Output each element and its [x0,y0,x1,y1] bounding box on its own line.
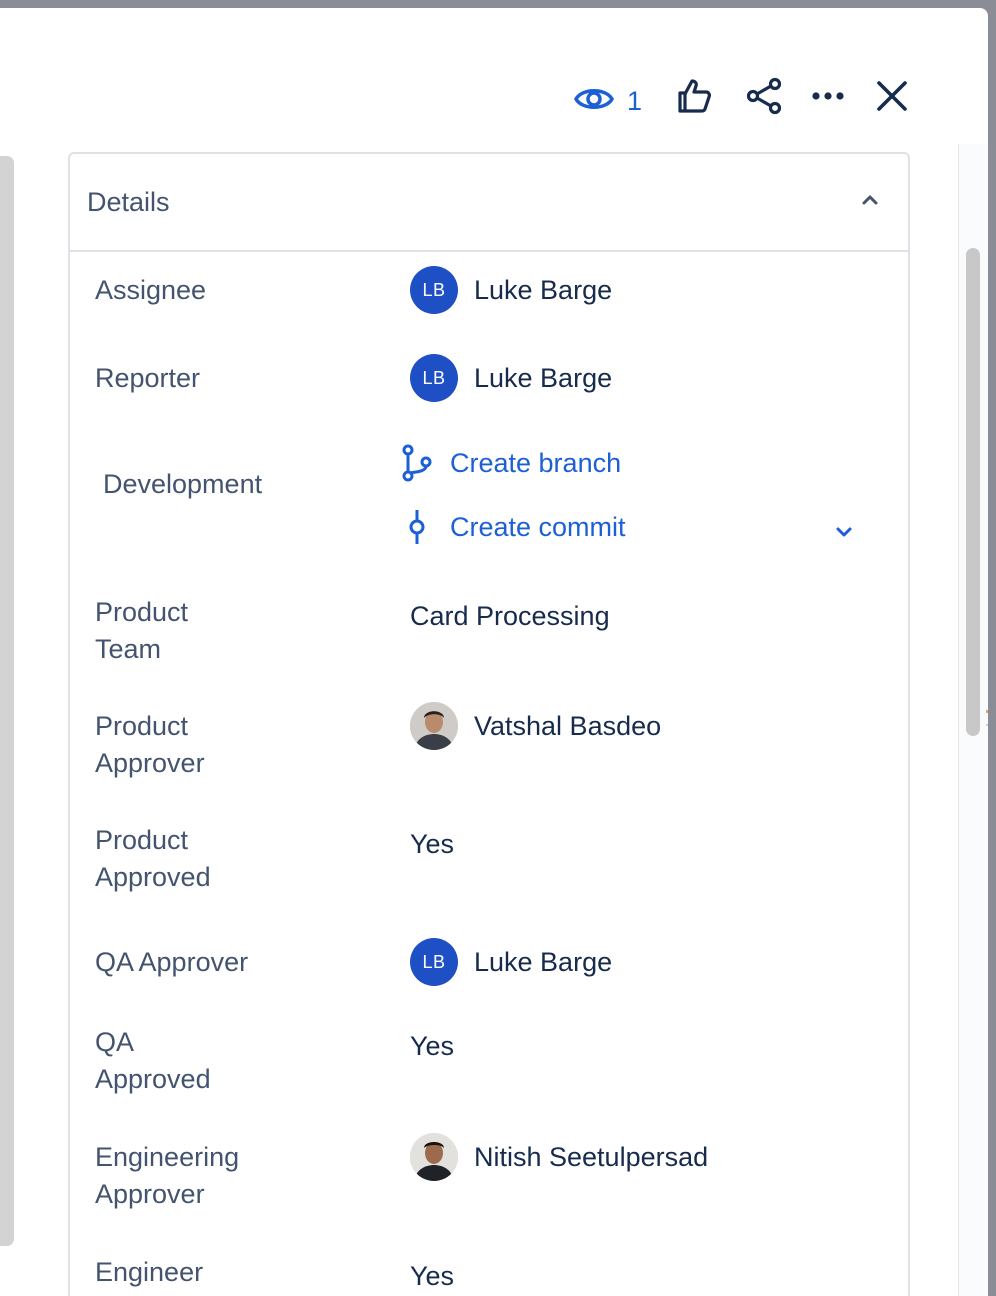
avatar: LB [410,354,458,402]
avatar [410,1133,458,1181]
field-label: Product Approved [95,825,211,892]
product-approver-value[interactable]: Vatshal Basdeo [410,702,661,750]
create-commit-label: Create commit [450,511,626,542]
product-team-value[interactable]: Card Processing [410,598,610,635]
more-icon [808,76,848,121]
field-label: Product Team [95,597,189,664]
qa-approved-value[interactable]: Yes [410,1028,454,1065]
details-panel: Details Assignee LB Luke Barge Reporter … [68,152,910,1296]
thumbs-up-icon [674,76,714,121]
right-scrollbar[interactable] [966,248,980,736]
share-icon [744,76,784,121]
details-header[interactable]: Details [70,154,908,252]
assignee-value[interactable]: LB Luke Barge [410,266,612,314]
assignee-name: Luke Barge [474,274,613,305]
left-scrollbar[interactable] [0,156,14,1246]
close-button[interactable] [870,76,914,120]
product-approved-value[interactable]: Yes [410,826,454,863]
engineering-approver-value[interactable]: Nitish Seetulpersad [410,1133,708,1181]
create-branch-label: Create branch [450,447,622,478]
reporter-value[interactable]: LB Luke Barge [410,354,612,402]
field-label: Development [103,469,263,499]
like-button[interactable] [672,76,716,120]
share-button[interactable] [742,76,786,120]
details-title: Details [87,186,170,217]
create-branch-link[interactable]: Create branch [400,444,621,482]
watch-button[interactable]: 1 [573,78,642,125]
create-commit-link[interactable]: Create commit [400,508,626,546]
qa-approver-value[interactable]: LB Luke Barge [410,938,612,986]
issue-modal: 1 Details Assignee LB Luke Barge Reporte… [0,8,988,1296]
field-label: QA Approved [95,1027,211,1094]
commit-icon [400,508,434,546]
engineer-approved-value[interactable]: Yes [410,1258,454,1295]
branch-icon [400,444,434,482]
chevron-up-icon[interactable] [860,190,880,215]
issue-actions-toolbar: 1 [560,68,920,126]
product-approver-name: Vatshal Basdeo [474,710,662,741]
field-label: Reporter [95,363,201,393]
avatar: LB [410,938,458,986]
close-icon [872,76,912,121]
reporter-name: Luke Barge [474,362,613,393]
more-actions-button[interactable] [806,76,850,120]
watch-count: 1 [627,86,643,116]
field-label: Product Approver [95,711,205,778]
qa-approver-name: Luke Barge [474,946,613,977]
field-label: Assignee [95,275,207,305]
avatar: LB [410,266,458,314]
right-column-accent [986,710,988,713]
engineering-approver-name: Nitish Seetulpersad [474,1141,709,1172]
chevron-down-icon[interactable] [834,522,854,547]
field-label: Engineer Approved [95,1257,211,1296]
right-column-divider [986,724,988,726]
avatar [410,702,458,750]
field-label: QA Approver [95,947,249,977]
field-label: Engineering Approver [95,1142,240,1209]
eye-icon [573,78,615,125]
